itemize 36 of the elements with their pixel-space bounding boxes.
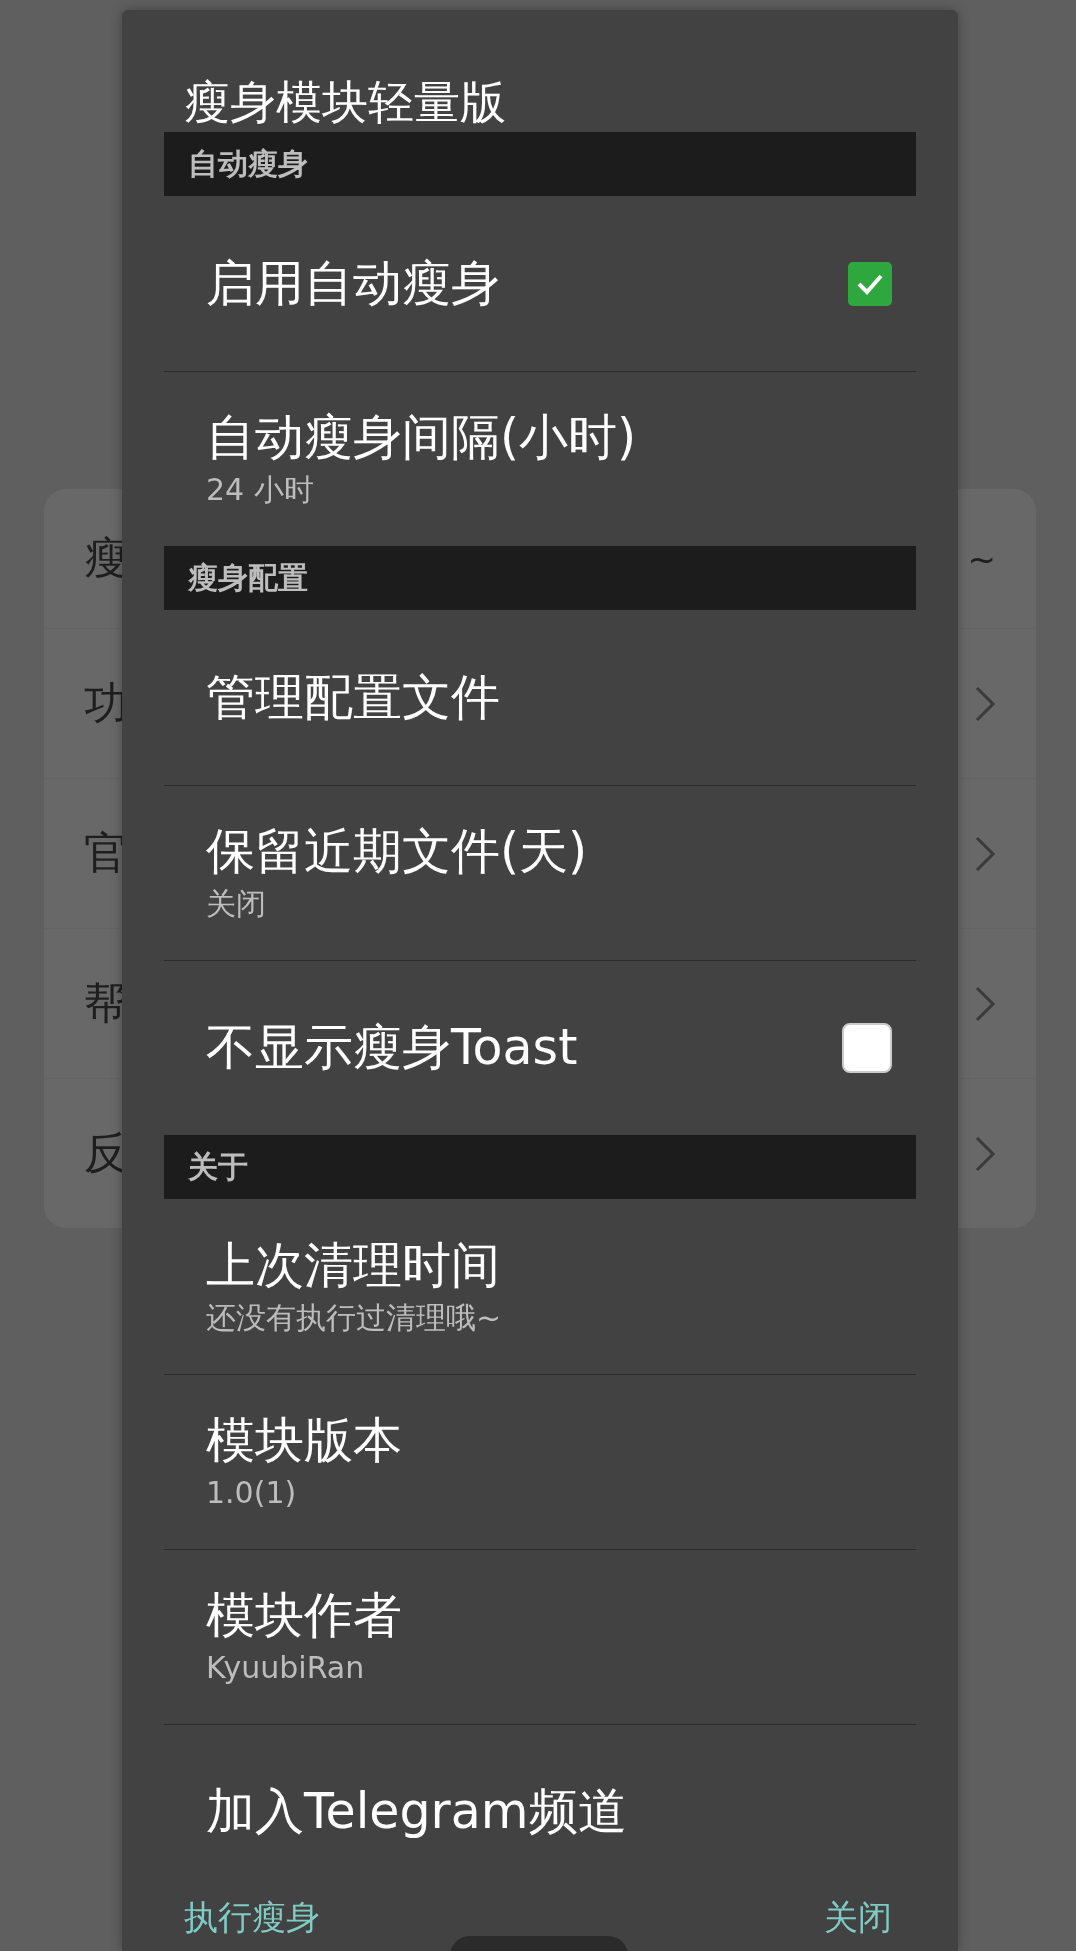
checkbox[interactable]: [842, 1023, 892, 1073]
preference-row[interactable]: 管理配置文件: [164, 610, 916, 785]
section-header: 瘦身配置: [164, 546, 916, 610]
settings-value: ~: [967, 538, 996, 579]
section-header: 关于: [164, 1135, 916, 1199]
preference-title: 模块作者: [206, 1586, 403, 1646]
preference-title: 加入Telegram频道: [206, 1782, 628, 1842]
preference-title: 不显示瘦身Toast: [206, 1018, 579, 1078]
chevron-icon: [974, 834, 996, 873]
chevron-icon: [974, 1134, 996, 1173]
dialog-button[interactable]: 关闭: [824, 1895, 892, 1941]
preference-title: 管理配置文件: [206, 667, 501, 728]
preference-row[interactable]: 模块版本 1.0(1): [164, 1374, 916, 1549]
preference-title: 自动瘦身间隔(小时): [206, 408, 638, 468]
preference-row[interactable]: 模块作者 KyuubiRan: [164, 1549, 916, 1724]
preference-summary: 24 小时: [206, 471, 315, 509]
settings-label: 反: [84, 1126, 128, 1180]
preference-summary: KyuubiRan: [206, 1649, 366, 1687]
chevron-icon: [974, 684, 996, 723]
section-header: 自动瘦身: [164, 132, 916, 196]
preference-row[interactable]: 上次清理时间 还没有执行过清理哦~: [164, 1199, 916, 1374]
preference-title: 启用自动瘦身: [206, 253, 501, 314]
checkbox[interactable]: [848, 261, 892, 306]
preference-title: 上次清理时间: [206, 1235, 501, 1296]
preference-title: 保留近期文件(天): [206, 822, 589, 882]
chevron-icon: [974, 984, 996, 1023]
dialog-button[interactable]: 执行瘦身: [184, 1895, 320, 1941]
preference-row[interactable]: 保留近期文件(天) 关闭: [164, 785, 916, 960]
preference-title: 模块版本: [206, 1411, 403, 1471]
preference-row[interactable]: 启用自动瘦身: [164, 196, 916, 371]
dialog-title: 瘦身模块轻量版: [183, 74, 507, 131]
preference-summary: 还没有执行过清理哦~: [206, 1298, 503, 1337]
preference-summary: 关闭: [206, 885, 267, 923]
preference-row[interactable]: 加入Telegram频道: [164, 1724, 916, 1855]
settings-label: 官: [84, 826, 128, 880]
preference-summary: 1.0(1): [206, 1474, 298, 1512]
